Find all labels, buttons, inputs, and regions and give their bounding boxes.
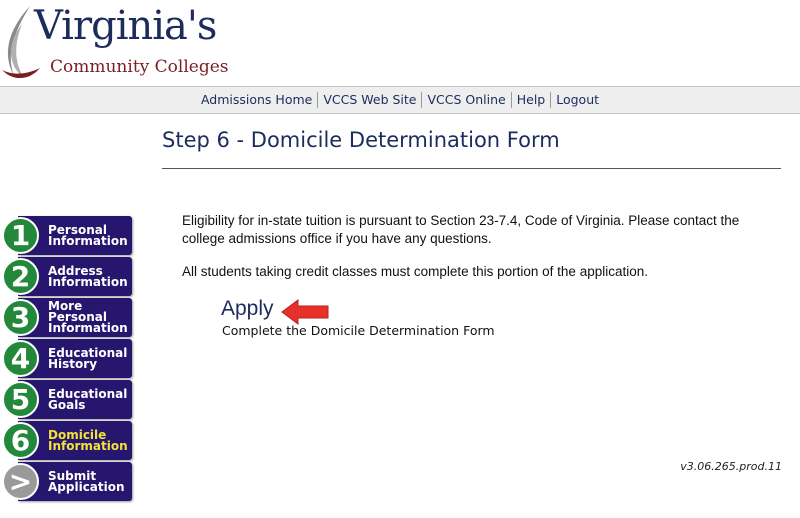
page-title: Step 6 - Domicile Determination Form <box>162 128 560 152</box>
step-label: Educational History <box>48 345 128 371</box>
nav-help[interactable]: Help <box>510 92 551 108</box>
step-1-personal-information[interactable]: 1 Personal Information <box>2 216 132 255</box>
vccs-logo[interactable]: Virginia's Community Colleges <box>0 0 230 84</box>
step-number-badge: 3 <box>2 299 39 336</box>
step-2-address-information[interactable]: 2 Address Information <box>2 257 132 296</box>
step-label: Domicile Information <box>48 427 128 453</box>
version-label: v3.06.265.prod.11 <box>680 460 782 473</box>
step-number-badge: 1 <box>2 217 39 254</box>
step-4-educational-history[interactable]: 4 Educational History <box>2 339 132 378</box>
eligibility-paragraph: Eligibility for in-state tuition is purs… <box>182 213 740 246</box>
step-label: Educational Goals <box>48 386 128 412</box>
step-number-badge: 2 <box>2 258 39 295</box>
left-arrow-icon <box>281 299 329 325</box>
nav-logout[interactable]: Logout <box>550 92 604 108</box>
nav-vccs-online[interactable]: VCCS Online <box>421 92 510 108</box>
step-number-badge: 6 <box>2 422 39 459</box>
step-label: Personal Information <box>48 222 128 248</box>
step-label: Submit Application <box>48 468 125 494</box>
nav-admissions-home[interactable]: Admissions Home <box>196 92 317 108</box>
nav-vccs-web-site[interactable]: VCCS Web Site <box>317 92 421 108</box>
step-label: Address Information <box>48 263 128 289</box>
apply-description: Complete the Domicile Determination Form <box>222 323 495 338</box>
logo-subtitle: Community Colleges <box>50 57 229 77</box>
top-nav: Admissions Home VCCS Web Site VCCS Onlin… <box>0 86 800 114</box>
step-5-educational-goals[interactable]: 5 Educational Goals <box>2 380 132 419</box>
requirement-paragraph: All students taking credit classes must … <box>182 264 648 279</box>
apply-link[interactable]: Apply <box>221 297 274 321</box>
step-3-more-personal-information[interactable]: 3 More Personal Information <box>2 298 132 337</box>
logo-title: Virginia's <box>34 3 217 49</box>
step-number-badge: 4 <box>2 340 39 377</box>
step-label: More Personal Information <box>48 299 128 335</box>
step-number-badge: 5 <box>2 381 39 418</box>
step-submit-application[interactable]: > Submit Application <box>2 462 132 501</box>
title-divider <box>162 168 781 169</box>
step-6-domicile-information[interactable]: 6 Domicile Information <box>2 421 132 460</box>
chevron-right-icon: > <box>2 463 39 500</box>
